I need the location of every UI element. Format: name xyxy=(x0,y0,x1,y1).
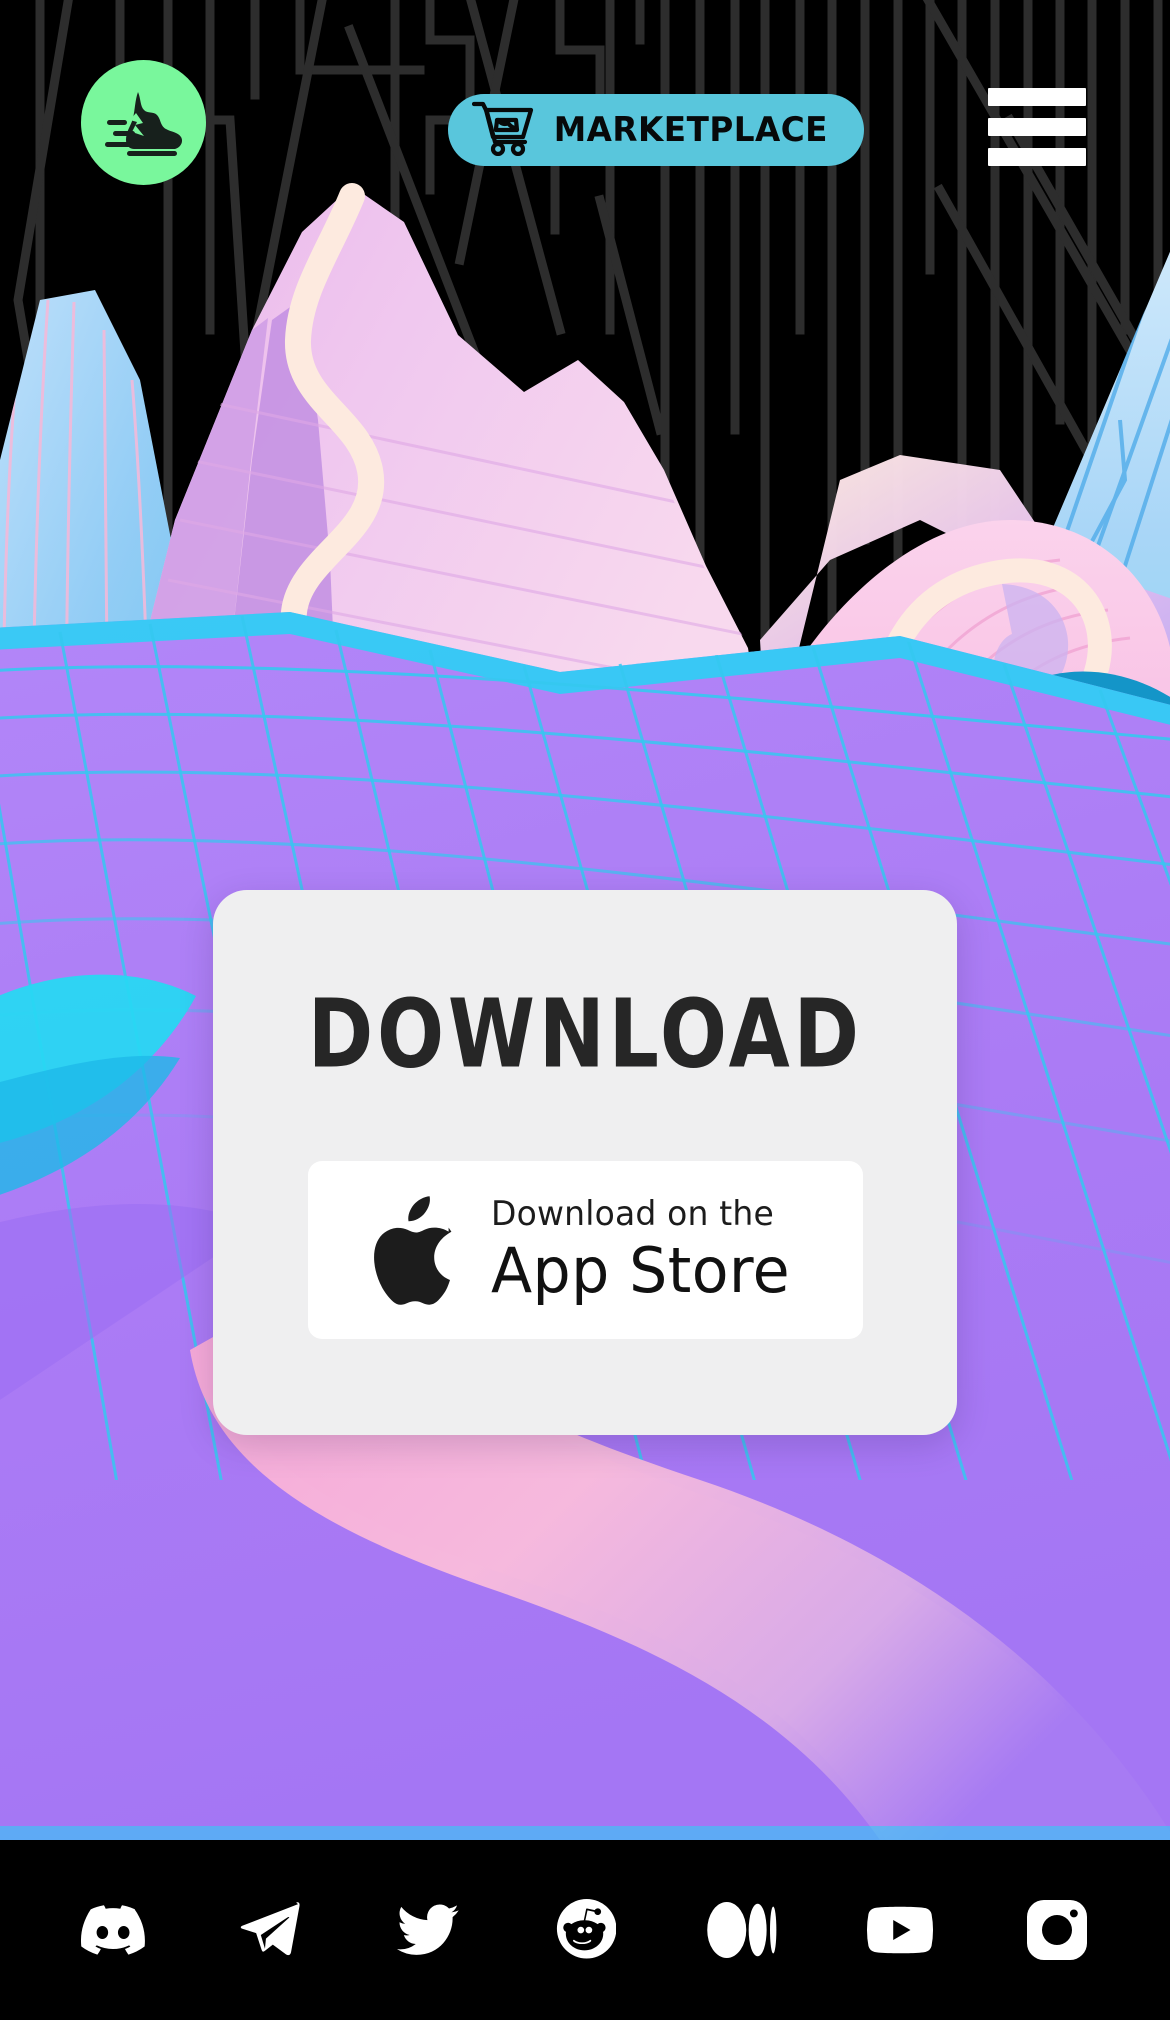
app-store-button[interactable]: Download on the App Store xyxy=(307,1161,863,1339)
telegram-icon xyxy=(239,1899,301,1961)
app-store-text: Download on the App Store xyxy=(490,1193,799,1307)
menu-bar-3 xyxy=(988,148,1086,166)
app-store-line2: App Store xyxy=(490,1233,790,1307)
discord-icon xyxy=(80,1905,145,1955)
marketplace-button-label: MARKETPLACE xyxy=(553,110,828,150)
download-title: DOWNLOAD xyxy=(307,979,863,1089)
medium-icon xyxy=(707,1902,777,1958)
download-card: DOWNLOAD Download on the App Store xyxy=(213,890,957,1435)
social-link-reddit[interactable] xyxy=(548,1893,622,1967)
brand-logo[interactable] xyxy=(81,60,206,185)
social-link-youtube[interactable] xyxy=(863,1893,937,1967)
apple-logo-icon xyxy=(371,1194,465,1306)
reddit-icon xyxy=(554,1899,616,1961)
social-link-medium[interactable] xyxy=(705,1893,779,1967)
twitter-icon xyxy=(396,1904,459,1956)
social-footer xyxy=(0,1840,1170,2020)
marketplace-button[interactable]: MARKETPLACE xyxy=(448,94,864,166)
social-link-instagram[interactable] xyxy=(1020,1893,1094,1967)
youtube-icon xyxy=(866,1906,933,1954)
menu-bar-1 xyxy=(988,88,1086,106)
app-root: MARKETPLACE DOWNLOAD Download on the App… xyxy=(0,0,1170,2020)
social-link-twitter[interactable] xyxy=(391,1893,465,1967)
social-link-discord[interactable] xyxy=(76,1893,150,1967)
sneaker-logo-icon xyxy=(104,90,183,156)
menu-bar-2 xyxy=(988,118,1086,136)
social-link-telegram[interactable] xyxy=(233,1893,307,1967)
shopping-cart-with-shoe-icon xyxy=(471,100,534,161)
hamburger-menu-icon[interactable] xyxy=(988,88,1086,166)
instagram-icon xyxy=(1027,1900,1088,1960)
app-store-line1: Download on the xyxy=(490,1193,774,1234)
